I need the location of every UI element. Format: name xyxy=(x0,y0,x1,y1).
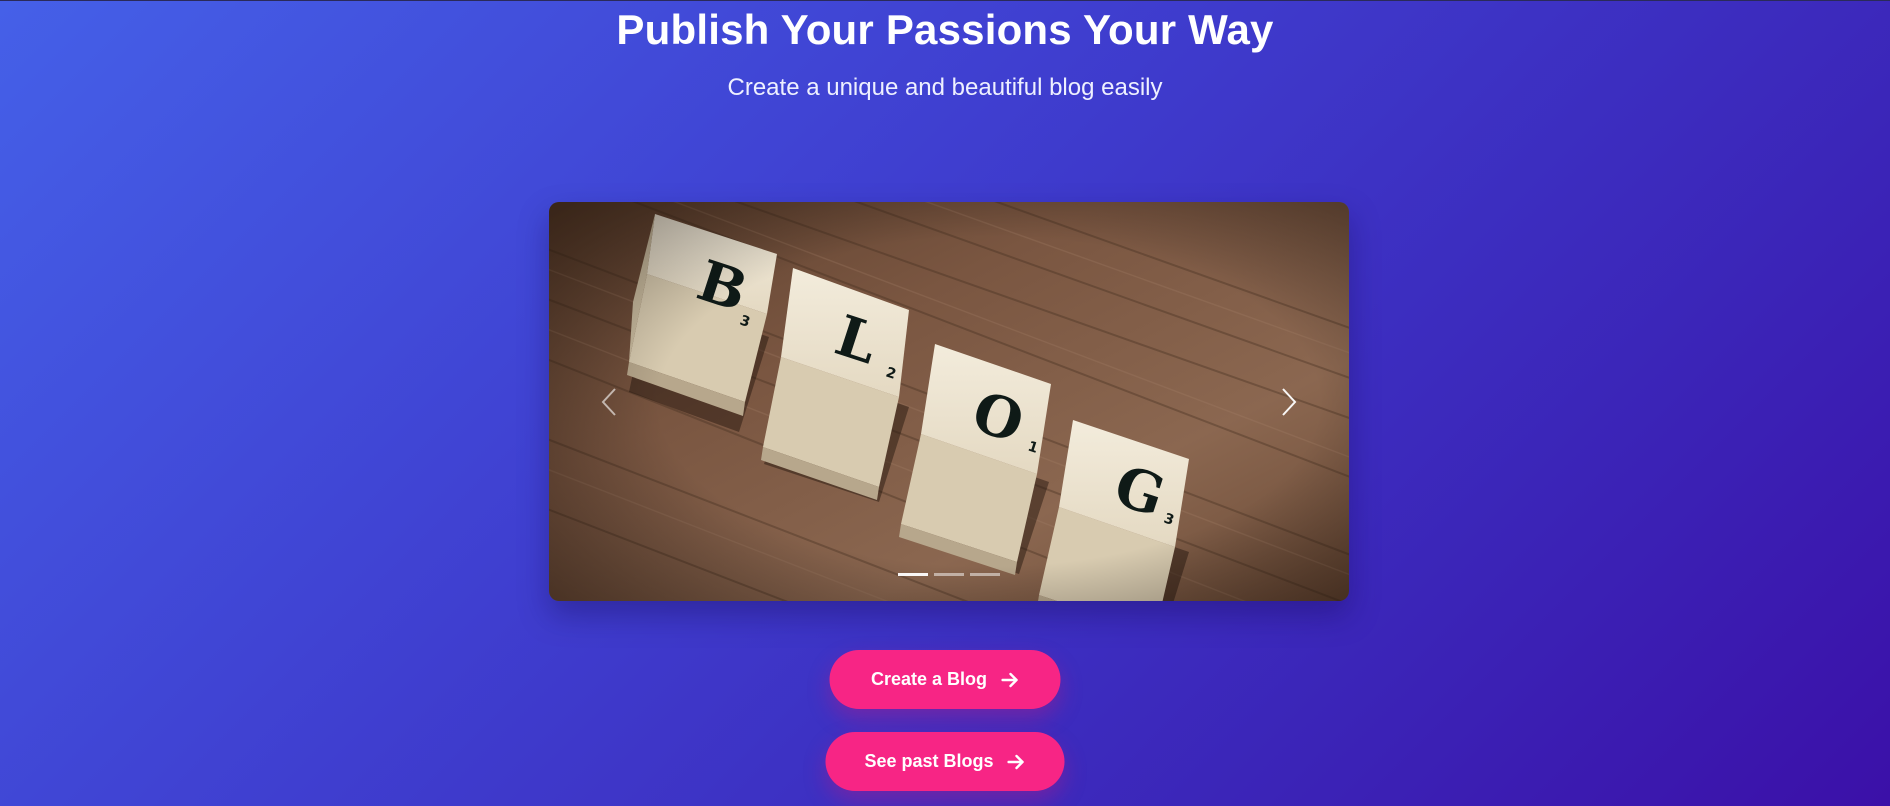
carousel-indicator-1[interactable] xyxy=(898,573,928,576)
carousel-indicator-2[interactable] xyxy=(934,573,964,576)
arrow-right-icon xyxy=(1001,672,1019,688)
hero-title: Publish Your Passions Your Way xyxy=(616,6,1274,53)
chevron-left-icon xyxy=(601,388,616,416)
see-past-blogs-button[interactable]: See past Blogs xyxy=(825,732,1065,791)
hero-subtitle: Create a unique and beautiful blog easil… xyxy=(727,74,1163,101)
create-blog-label: Create a Blog xyxy=(870,669,988,689)
carousel-prev-button[interactable] xyxy=(584,377,634,427)
carousel-next-button[interactable] xyxy=(1264,377,1314,427)
create-blog-button[interactable]: Create a Blog xyxy=(829,650,1061,709)
arrow-right-icon xyxy=(1007,754,1026,770)
chevron-right-icon xyxy=(1282,388,1297,416)
blog-scrabble-tiles-image: B 3 L 2 O 1 G 3 xyxy=(549,202,1349,601)
carousel-indicators xyxy=(549,573,1349,576)
image-carousel: B 3 L 2 O 1 G 3 xyxy=(549,202,1349,601)
see-past-blogs-label: See past Blogs xyxy=(864,751,994,771)
carousel-indicator-3[interactable] xyxy=(970,573,1000,576)
top-border xyxy=(0,0,1890,1)
